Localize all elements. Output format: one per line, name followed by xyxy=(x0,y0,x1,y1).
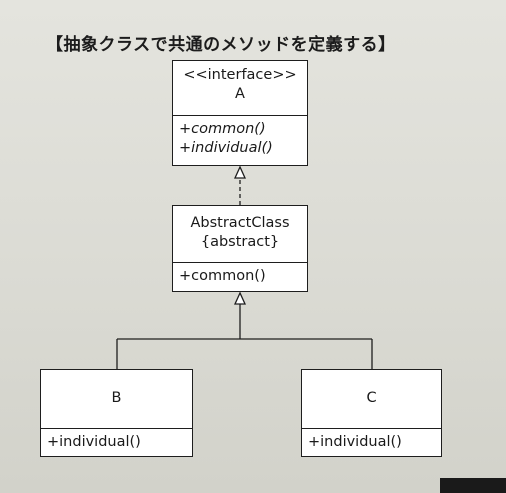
generalization-arrowhead xyxy=(233,291,247,305)
diagram-connectors xyxy=(116,165,373,369)
realization-arrowhead xyxy=(233,165,247,179)
page-edge-strip xyxy=(440,478,506,493)
